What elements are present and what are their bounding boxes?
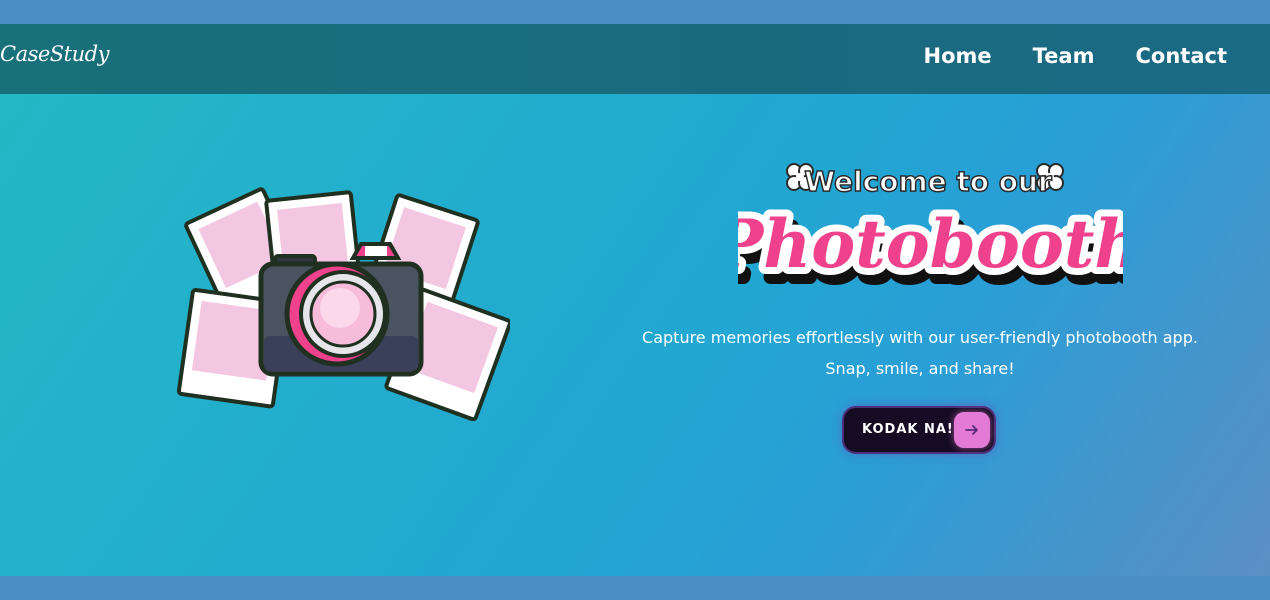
camera-with-polaroids-icon bbox=[175, 186, 512, 422]
cta-label: KODAK NA! bbox=[862, 422, 954, 437]
arrow-right-icon bbox=[954, 412, 990, 448]
brand-logo[interactable]: CaseStudy bbox=[0, 42, 109, 66]
page-band-bottom bbox=[0, 576, 1270, 600]
nav-link-team[interactable]: Team bbox=[1033, 44, 1095, 68]
hero-tagline: Capture memories effortlessly with our u… bbox=[620, 322, 1220, 384]
tagline-line-2: Snap, smile, and share! bbox=[825, 359, 1015, 378]
welcome-text: Welcome to our bbox=[804, 165, 1052, 198]
navbar: CaseStudy Home Team Contact bbox=[0, 24, 1270, 94]
nav-link-home[interactable]: Home bbox=[924, 44, 992, 68]
kodak-na-button[interactable]: KODAK NA! bbox=[842, 406, 996, 454]
photobooth-title: Photobooth bbox=[738, 205, 1123, 283]
tagline-line-1: Capture memories effortlessly with our u… bbox=[642, 328, 1198, 347]
hero-section: Welcome to our Photobooth Photobooth Pho… bbox=[0, 94, 1270, 576]
nav-links: Home Team Contact bbox=[924, 44, 1227, 68]
nav-link-contact[interactable]: Contact bbox=[1136, 44, 1228, 68]
photobooth-logo: Welcome to our Photobooth Photobooth Pho… bbox=[705, 149, 1154, 300]
page-band-top bbox=[0, 0, 1270, 24]
